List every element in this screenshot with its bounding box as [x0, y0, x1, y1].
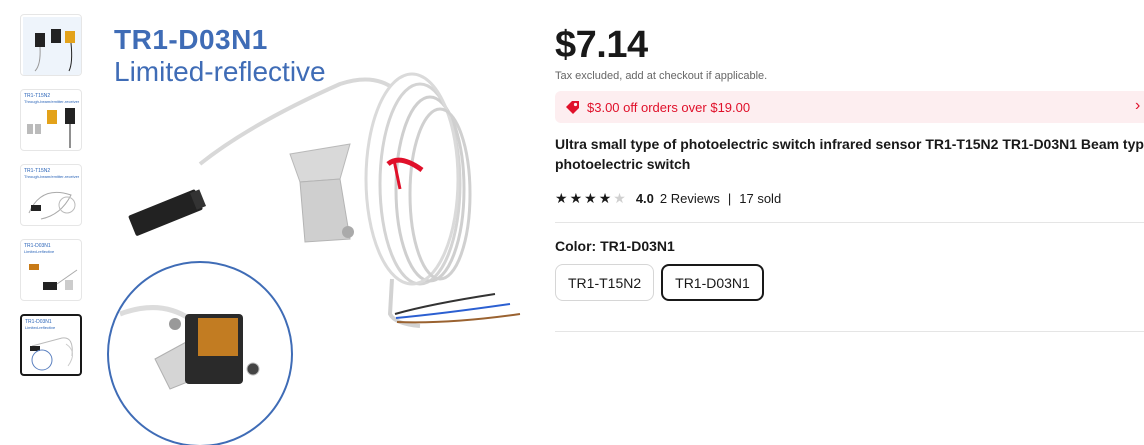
main-product-image[interactable]: TR1-D03N1 Limited-reflective: [100, 14, 530, 445]
color-options: TR1-T15N2 TR1-D03N1: [555, 264, 764, 301]
star-icon: ★: [584, 190, 597, 206]
promo-banner[interactable]: $3.00 off orders over $19.00 ›: [555, 91, 1144, 123]
star-rating: ★ ★ ★ ★ ★: [555, 191, 626, 205]
color-option-tr1-d03n1[interactable]: TR1-D03N1: [661, 264, 764, 301]
thumbnail-1-image: [23, 17, 81, 75]
color-label-prefix: Color:: [555, 238, 601, 254]
thumbnail-5[interactable]: TR1-D03N1 Limited-reflective: [20, 314, 82, 376]
chevron-right-icon[interactable]: ›: [1135, 97, 1140, 115]
thumbnail-2[interactable]: TR1-T15N2 Through-beam/emitter-receiver: [20, 89, 82, 151]
tax-note: Tax excluded, add at checkout if applica…: [555, 70, 768, 82]
sold-count: 17 sold: [739, 190, 782, 206]
product-title: Ultra small type of photoelectric switch…: [555, 136, 1144, 172]
thumbnail-3-sub: Through-beam/emitter-receiver: [24, 174, 80, 179]
color-selected: TR1-D03N1: [600, 238, 675, 254]
promo-text: $3.00 off orders over $19.00: [587, 100, 751, 115]
star-icon: ★: [555, 190, 568, 206]
reviews-link[interactable]: 2 Reviews: [660, 191, 720, 206]
divider: [555, 222, 1144, 223]
thumbnail-4-sub: Limited-reflective: [24, 249, 55, 254]
color-option-tr1-t15n2[interactable]: TR1-T15N2: [555, 264, 655, 301]
tag-icon: [565, 99, 581, 115]
rating-row: ★ ★ ★ ★ ★ 4.0 2 Reviews | 17 sold: [555, 188, 781, 208]
thumbnail-4[interactable]: TR1-D03N1 Limited-reflective: [20, 239, 82, 301]
image-subtitle: Limited-reflective: [114, 56, 326, 87]
color-label: Color: TR1-D03N1: [555, 238, 675, 254]
thumbnail-strip: TR1-T15N2 Through-beam/emitter-receiver …: [20, 14, 84, 389]
price: $7.14: [555, 24, 648, 66]
star-icon: ★: [569, 190, 583, 206]
thumbnail-2-sub: Through-beam/emitter-receiver: [24, 99, 80, 104]
thumbnail-1[interactable]: [20, 14, 82, 76]
divider: [555, 331, 1144, 332]
separator: |: [727, 190, 732, 206]
thumbnail-5-sub: Limited-reflective: [25, 325, 56, 330]
thumbnail-3[interactable]: TR1-T15N2 Through-beam/emitter-receiver: [20, 164, 82, 226]
star-icon: ★: [598, 190, 612, 206]
image-title: TR1-D03N1: [114, 24, 268, 55]
rating-value: 4.0: [635, 190, 654, 206]
star-empty-icon: ★: [613, 190, 626, 206]
